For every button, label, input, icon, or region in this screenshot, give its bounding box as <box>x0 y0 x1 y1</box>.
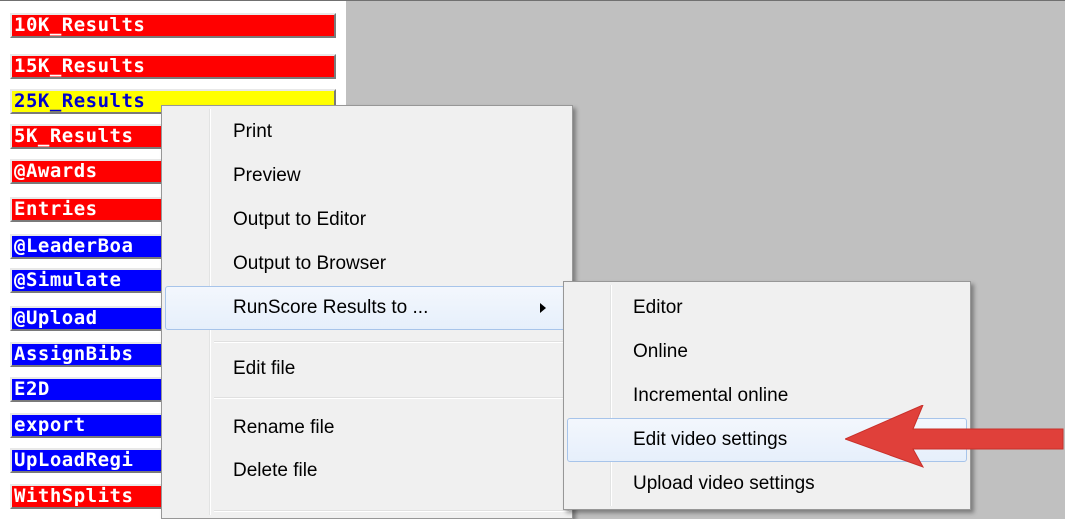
context-menu: Print Preview Output to Editor Output to… <box>161 105 573 519</box>
menu-separator <box>214 341 569 343</box>
file-button[interactable]: 10K_Results <box>10 13 336 38</box>
menu-item-label: Output to Browser <box>233 253 387 274</box>
menu-item-label: Print <box>233 121 273 142</box>
menu-item-label: Output to Editor <box>233 209 367 230</box>
menu-item-label: Preview <box>233 165 301 186</box>
submenu-item-online[interactable]: Online <box>567 332 967 372</box>
menu-item-label: Online <box>633 341 688 362</box>
menu-item-label: Upload video settings <box>633 473 815 494</box>
menu-item-output-to-browser[interactable]: Output to Browser <box>165 244 569 284</box>
menu-item-label: Edit file <box>233 358 296 379</box>
menu-separator <box>214 397 569 399</box>
runscore-submenu: Editor Online Incremental online Edit vi… <box>563 281 971 510</box>
menu-item-label: Rename file <box>233 417 335 438</box>
menu-item-runscore-results[interactable]: RunScore Results to ... <box>165 286 569 330</box>
menu-item-label: Incremental online <box>633 385 789 406</box>
menu-item-print[interactable]: Print <box>165 112 569 152</box>
menu-item-edit-file[interactable]: Edit file <box>165 349 569 389</box>
menu-item-preview[interactable]: Preview <box>165 156 569 196</box>
menu-separator <box>214 510 569 512</box>
menu-item-output-to-editor[interactable]: Output to Editor <box>165 200 569 240</box>
menu-item-label: Editor <box>633 297 683 318</box>
menu-item-delete-file[interactable]: Delete file <box>165 451 569 491</box>
submenu-item-editor[interactable]: Editor <box>567 288 967 328</box>
menu-item-label: RunScore Results to ... <box>233 297 429 318</box>
menu-item-label: Edit video settings <box>633 429 788 450</box>
menu-item-label: Delete file <box>233 460 318 481</box>
menu-item-rename-file[interactable]: Rename file <box>165 408 569 448</box>
file-button[interactable]: 15K_Results <box>10 54 336 79</box>
red-arrow-pointer-icon <box>845 405 1064 468</box>
chevron-right-icon <box>540 303 546 313</box>
